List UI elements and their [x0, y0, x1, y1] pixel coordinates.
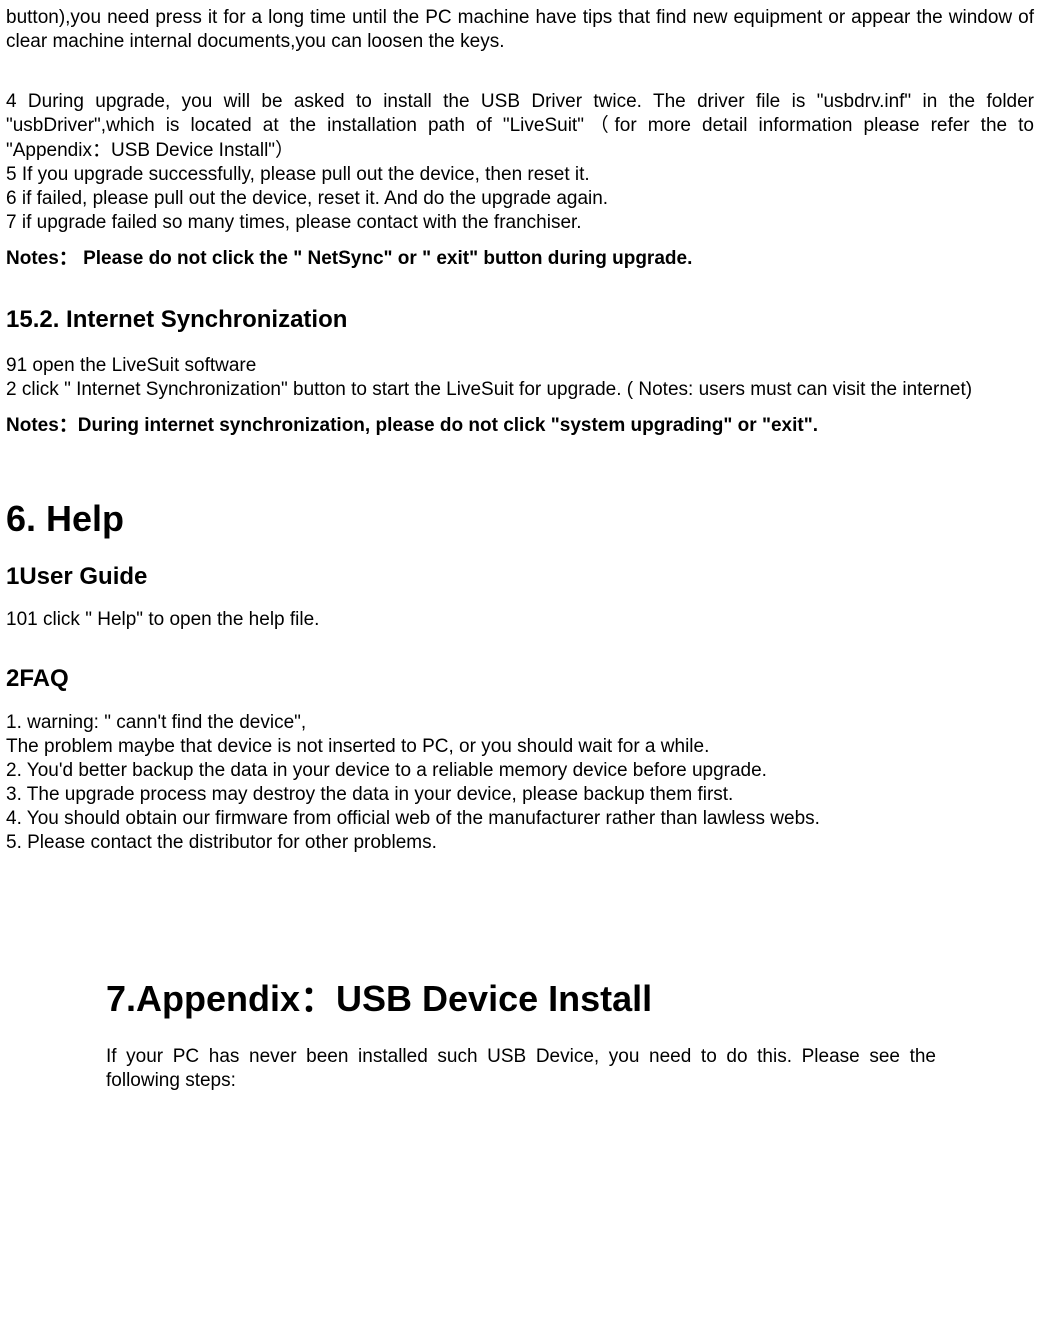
- faq-item1b: The problem maybe that device is not ins…: [6, 735, 1034, 759]
- step5: 5 If you upgrade successfully, please pu…: [6, 163, 1034, 187]
- faq-item4: 4. You should obtain our firmware from o…: [6, 807, 1034, 831]
- notes-sync: Notes：During internet synchronization, p…: [6, 414, 1034, 438]
- faq-item1a: 1. warning: " cann't find the device",: [6, 711, 1034, 735]
- notes-upgrade: Notes： Please do not click the " NetSync…: [6, 247, 1034, 271]
- sec152-item1: 91 open the LiveSuit software: [6, 354, 1034, 378]
- user-guide-item1: 101 click " Help" to open the help file.: [6, 608, 1034, 632]
- heading-faq: 2FAQ: [6, 664, 1034, 694]
- sec7-intro: If your PC has never been installed such…: [106, 1045, 936, 1093]
- intro-paragraph: button),you need press it for a long tim…: [6, 6, 1034, 54]
- step6: 6 if failed, please pull out the device,…: [6, 187, 1034, 211]
- faq-item3: 3. The upgrade process may destroy the d…: [6, 783, 1034, 807]
- faq-item5: 5. Please contact the distributor for ot…: [6, 831, 1034, 855]
- sec152-item2: 2 click " Internet Synchronization" butt…: [6, 378, 1034, 402]
- step4: 4 During upgrade, you will be asked to i…: [6, 90, 1034, 162]
- heading-7: 7.Appendix：USB Device Install: [106, 976, 936, 1022]
- heading-6: 6. Help: [6, 496, 1034, 542]
- step7: 7 if upgrade failed so many times, pleas…: [6, 211, 1034, 235]
- heading-user-guide: 1User Guide: [6, 562, 1034, 592]
- heading-15-2: 15.2. Internet Synchronization: [6, 305, 1034, 335]
- faq-item2: 2. You'd better backup the data in your …: [6, 759, 1034, 783]
